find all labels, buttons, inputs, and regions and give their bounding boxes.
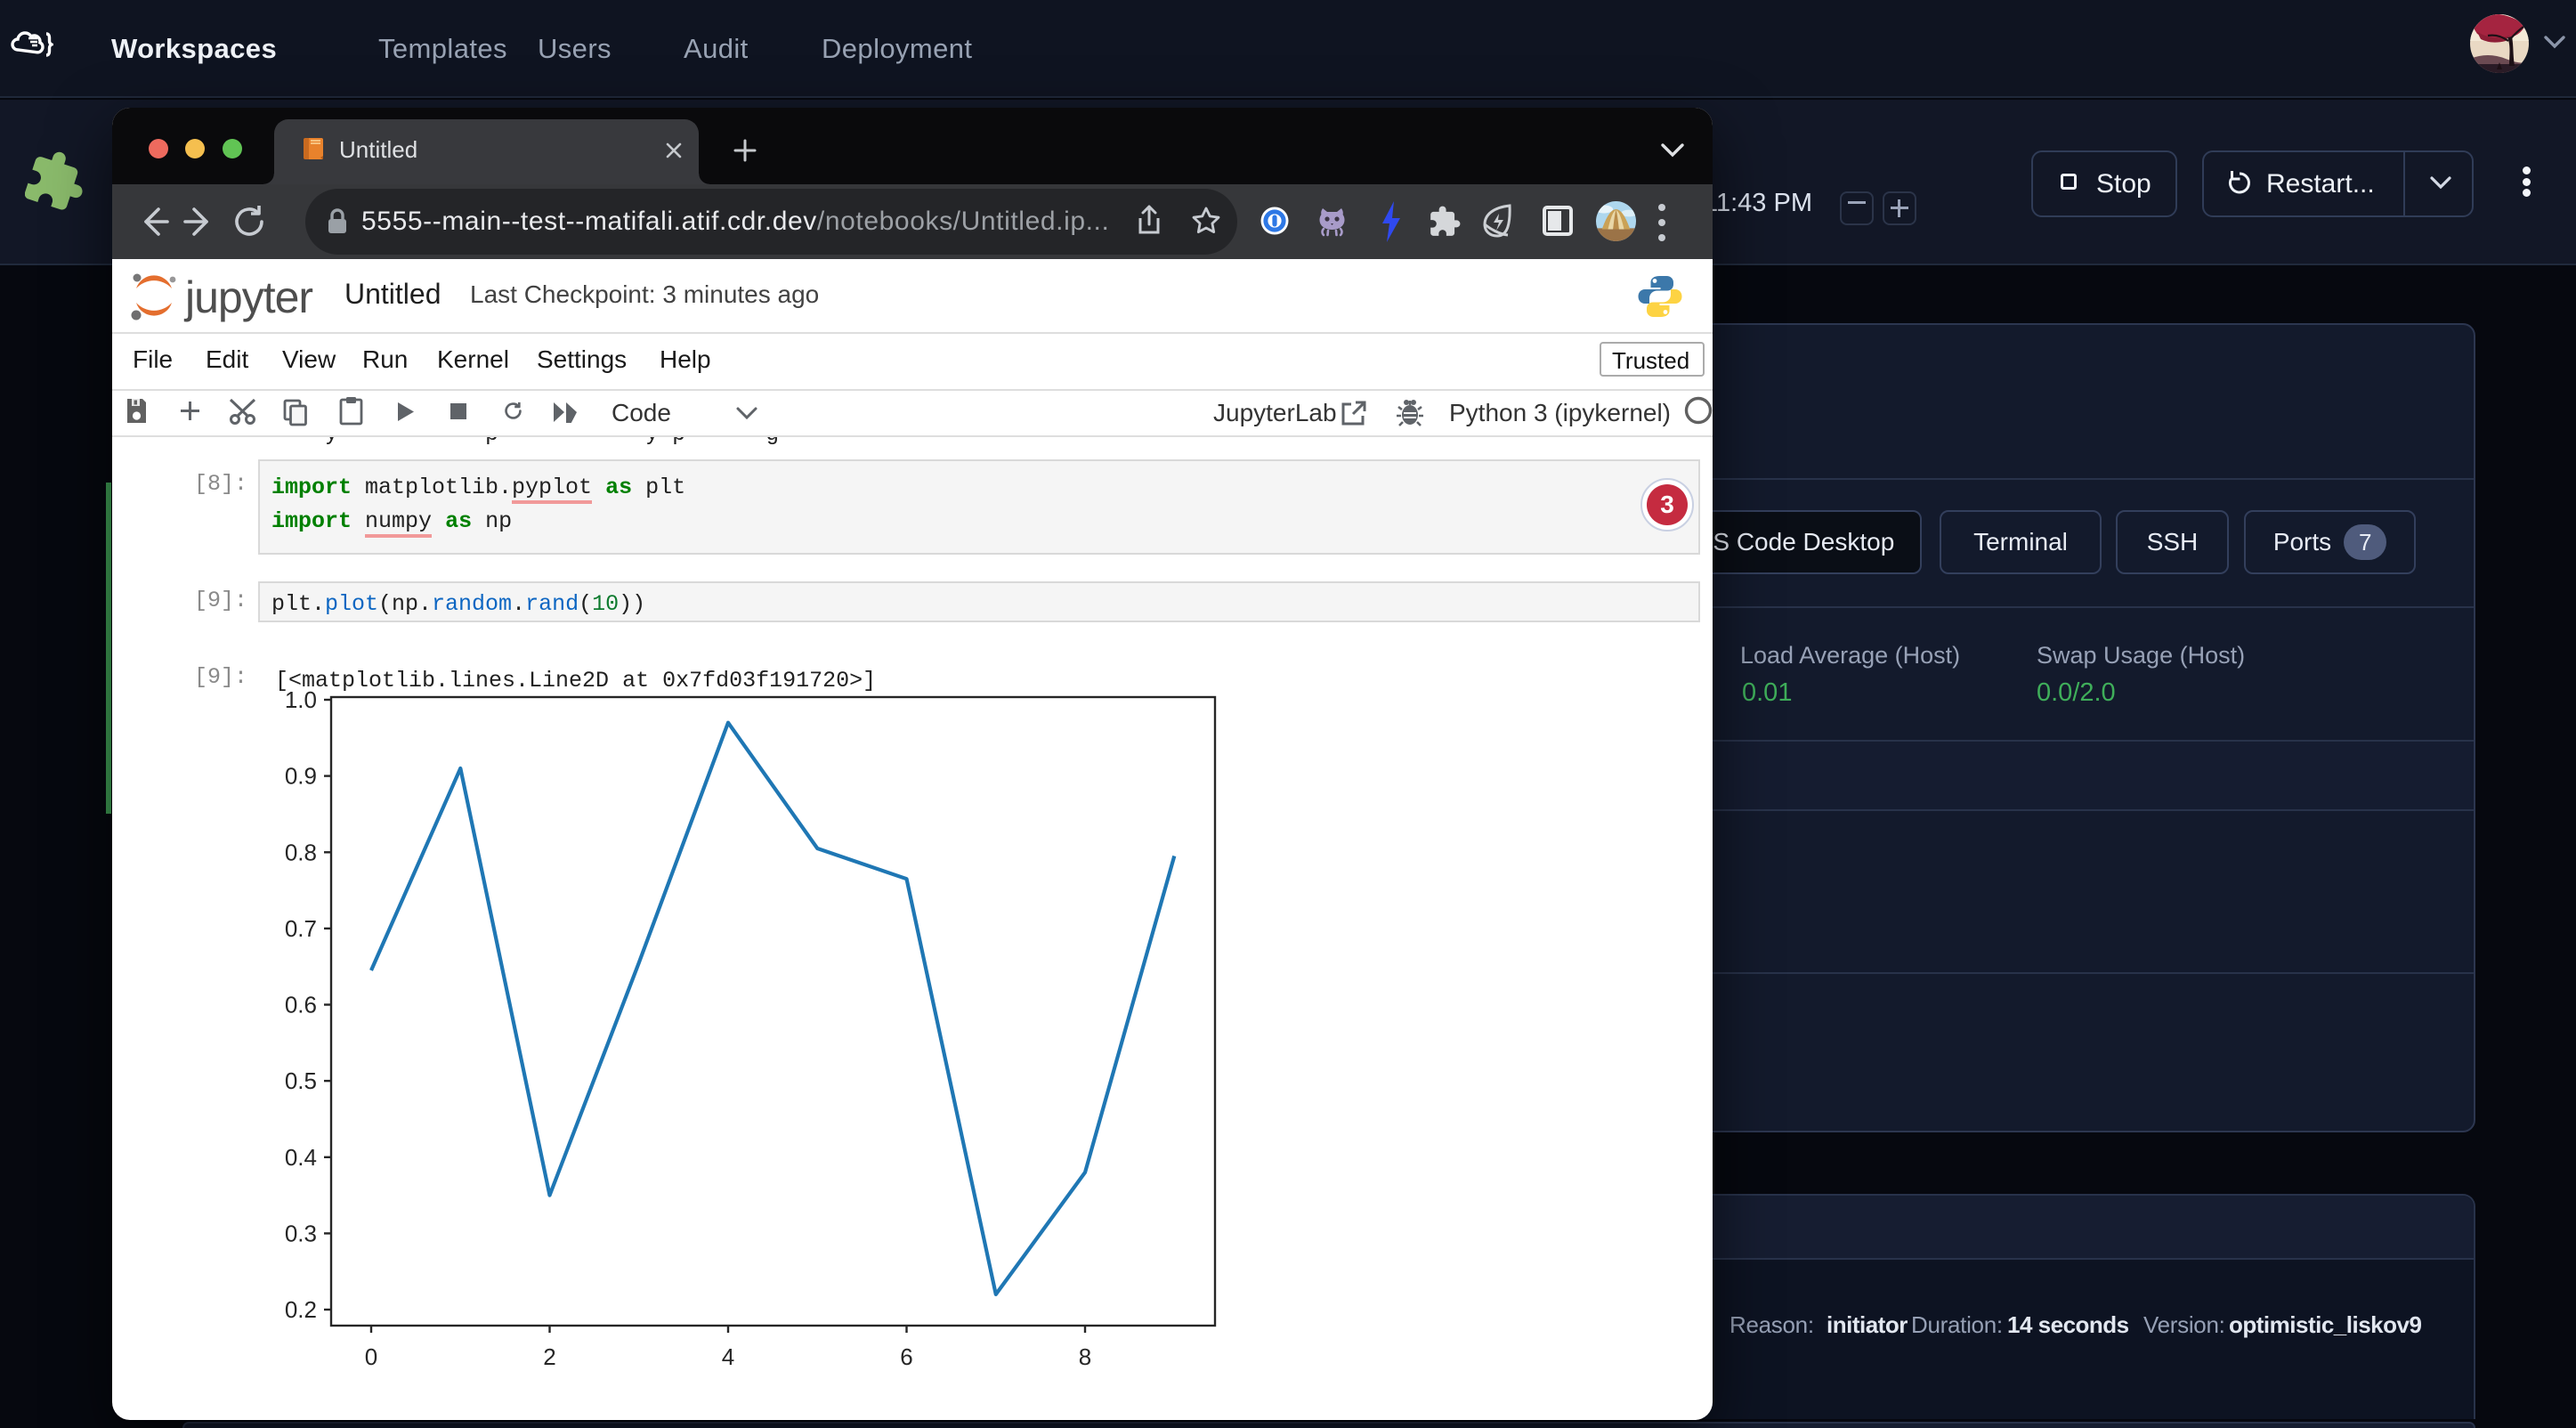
svg-text:0.6: 0.6 [285, 992, 317, 1018]
svg-text:0.2: 0.2 [285, 1296, 317, 1323]
svg-text:8: 8 [1079, 1343, 1091, 1370]
svg-text:0.7: 0.7 [285, 915, 317, 942]
svg-text:0.9: 0.9 [285, 763, 317, 790]
svg-text:0.8: 0.8 [285, 839, 317, 865]
svg-text:0: 0 [365, 1343, 377, 1370]
svg-text:1.0: 1.0 [285, 686, 317, 713]
svg-text:4: 4 [722, 1343, 734, 1370]
svg-text:6: 6 [900, 1343, 912, 1370]
svg-text:0.3: 0.3 [285, 1220, 317, 1246]
svg-text:0.5: 0.5 [285, 1067, 317, 1094]
svg-text:0.4: 0.4 [285, 1144, 317, 1171]
svg-text:2: 2 [543, 1343, 555, 1370]
